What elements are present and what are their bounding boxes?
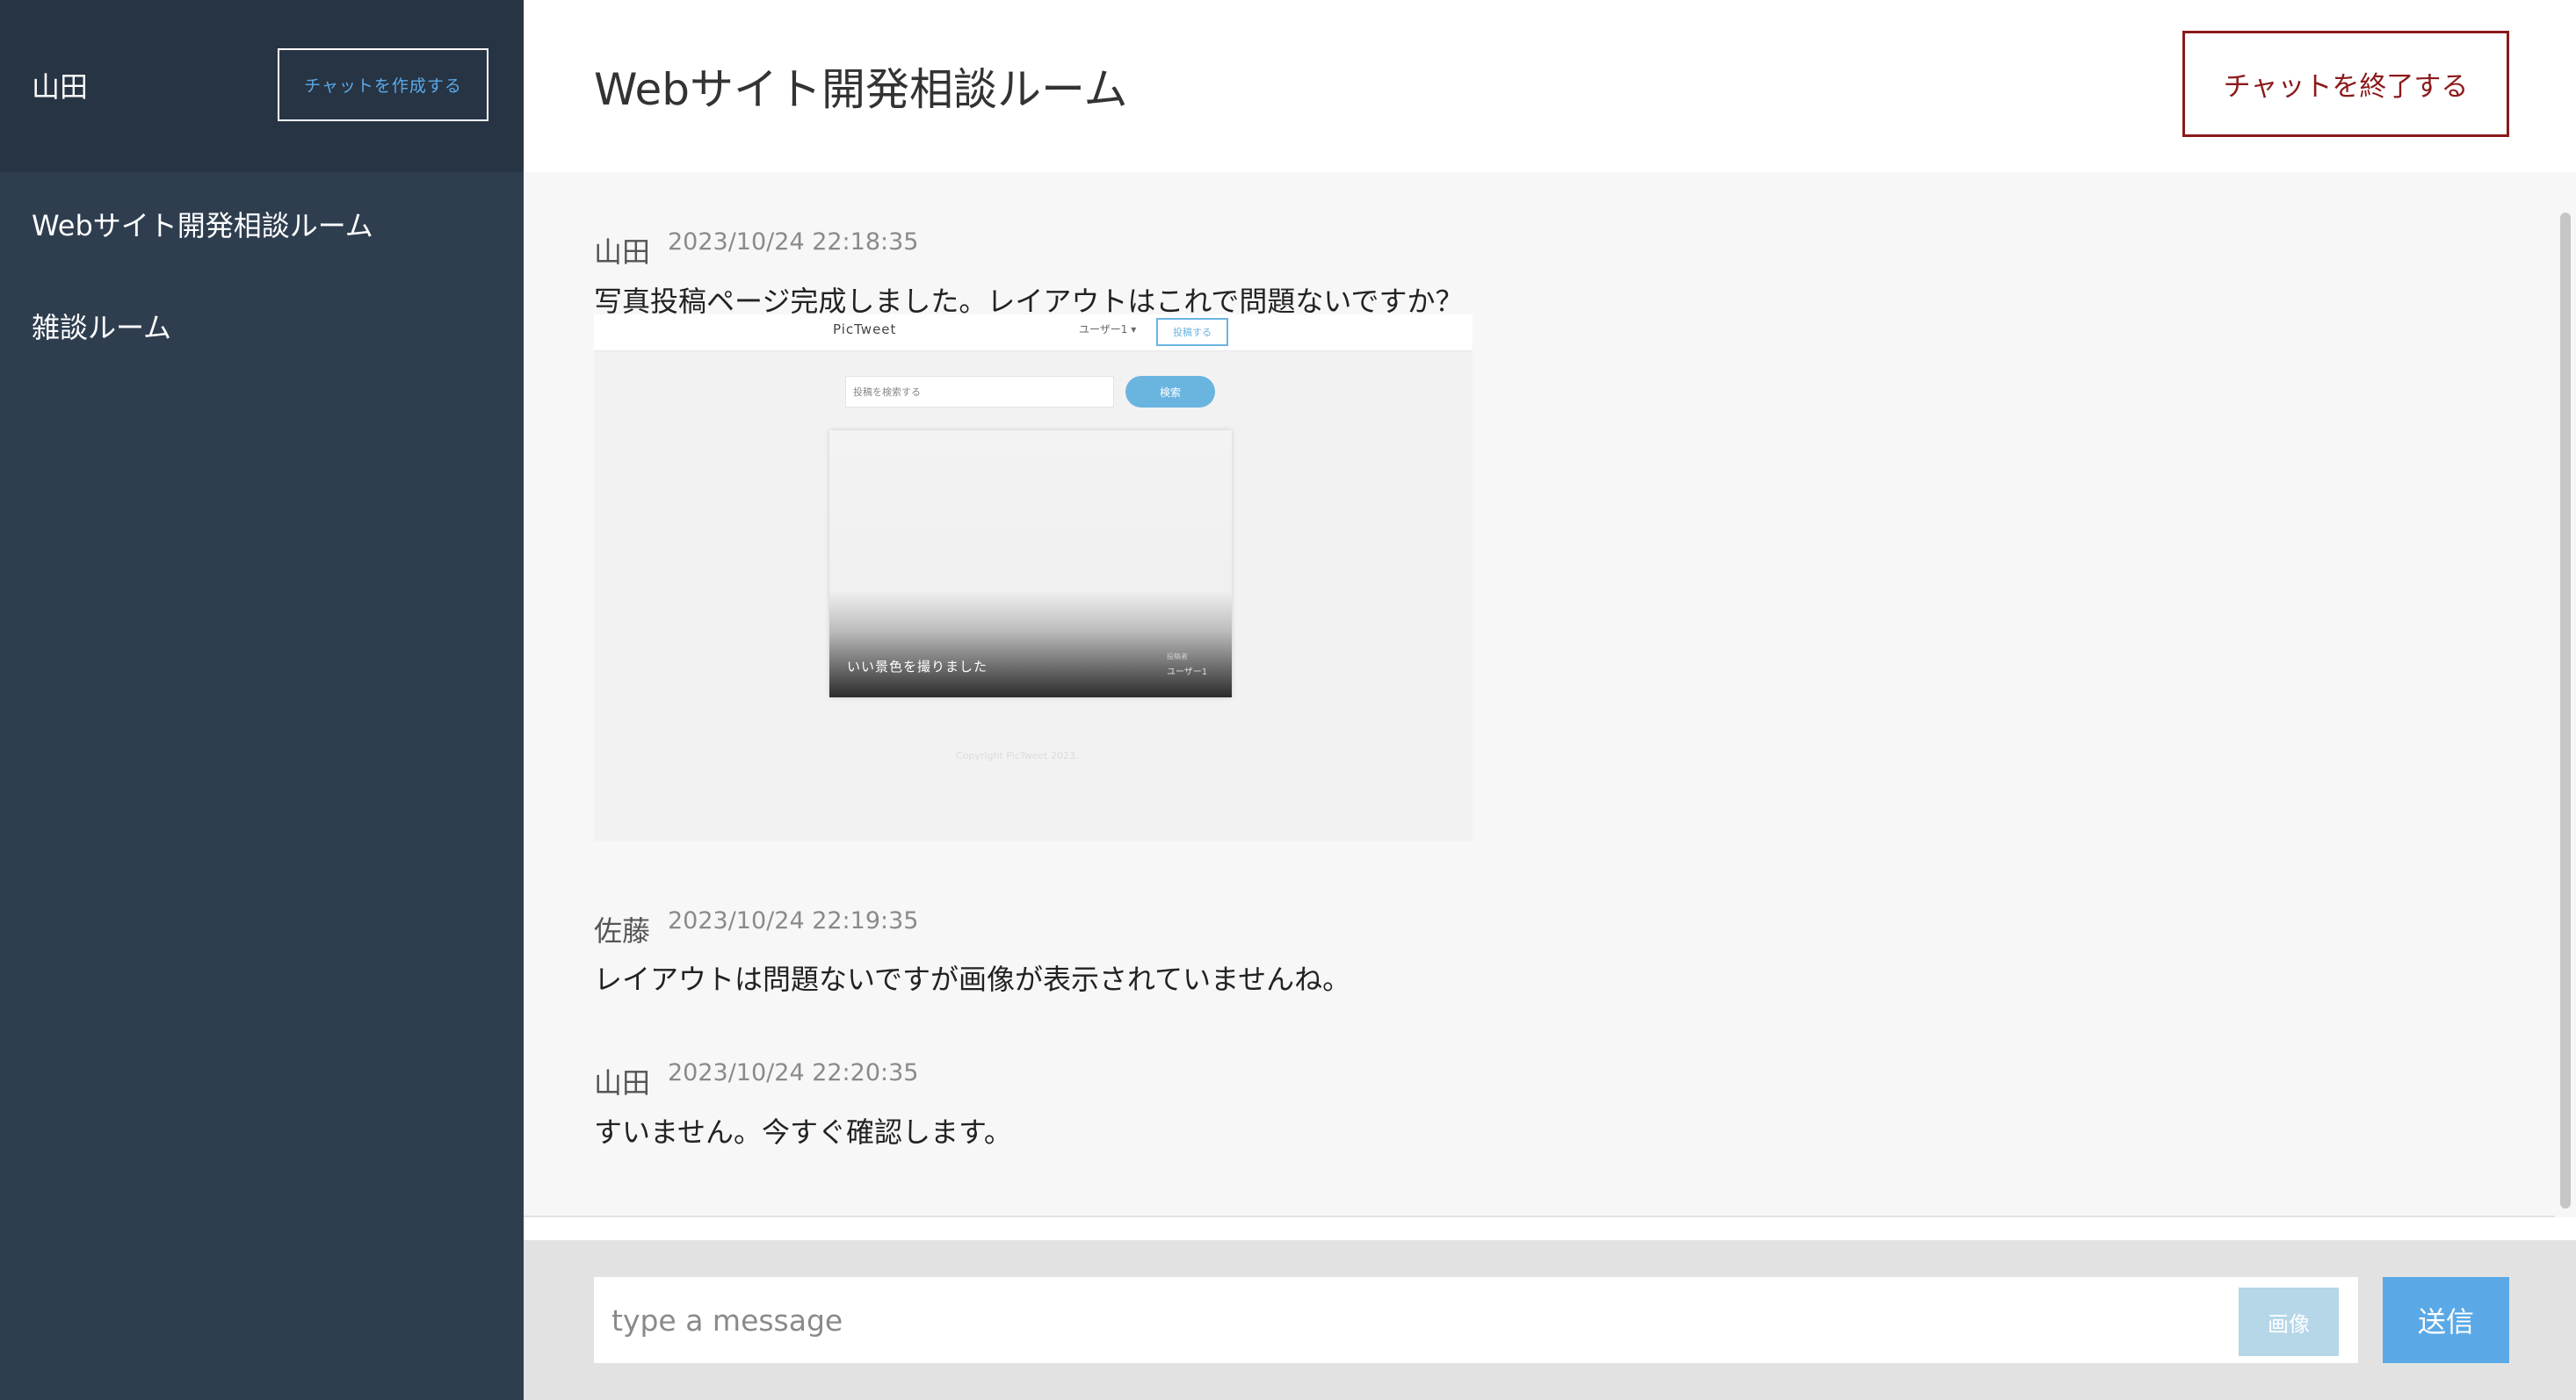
message-timestamp: 2023/10/24 22:19:35: [668, 907, 919, 935]
preview-card-caption: いい景色を撮りました: [847, 659, 988, 675]
message-text: すいません。今すぐ確認します。: [594, 1115, 1012, 1149]
message-timestamp: 2023/10/24 22:18:35: [668, 228, 919, 256]
sidebar: 山田 チャットを作成する Webサイト開発相談ルーム 雑談ルーム: [0, 0, 524, 1400]
chat-header: Webサイト開発相談ルーム チャットを終了する: [524, 0, 2576, 172]
preview-post-button: 投稿する: [1156, 318, 1228, 346]
message-text: レイアウトは問題ないですが画像が表示されていませんね。: [594, 963, 1351, 996]
preview-copyright: Copyright PicTweet 2023.: [956, 750, 1079, 761]
end-chat-button[interactable]: チャットを終了する: [2182, 31, 2509, 137]
image-upload-button[interactable]: 画像: [2239, 1288, 2339, 1356]
sidebar-header: 山田 チャットを作成する: [0, 0, 524, 172]
current-user-name: 山田: [32, 70, 89, 104]
preview-logo: PicTweet: [833, 321, 897, 337]
room-title: Webサイト開発相談ルーム: [594, 64, 1128, 115]
message-author: 山田: [594, 1066, 651, 1100]
preview-post-card: いい景色を撮りました 投稿者 ユーザー1: [829, 430, 1232, 697]
create-chat-button[interactable]: チャットを作成する: [278, 48, 488, 121]
message-author: 佐藤: [594, 914, 651, 948]
scrollbar-thumb[interactable]: [2560, 213, 2571, 1209]
sidebar-room-chat[interactable]: 雑談ルーム: [32, 306, 171, 346]
preview-search-input: 投稿を検索する: [845, 376, 1114, 408]
send-button[interactable]: 送信: [2383, 1277, 2509, 1363]
message-image-attachment[interactable]: PicTweet ユーザー1 ▾ 投稿する 投稿を検索する 検索 いい景色を撮り…: [594, 314, 1473, 841]
message-input[interactable]: [594, 1277, 2228, 1363]
preview-user-menu: ユーザー1 ▾: [1079, 323, 1137, 336]
sidebar-room-web-dev[interactable]: Webサイト開発相談ルーム: [32, 204, 373, 244]
preview-search-button: 検索: [1125, 376, 1215, 408]
message-timestamp: 2023/10/24 22:20:35: [668, 1059, 919, 1086]
preview-poster-name: ユーザー1: [1167, 668, 1208, 677]
preview-poster-label: 投稿者: [1167, 653, 1188, 660]
preview-header: PicTweet ユーザー1 ▾ 投稿する: [594, 314, 1473, 351]
message-author: 山田: [594, 235, 651, 269]
